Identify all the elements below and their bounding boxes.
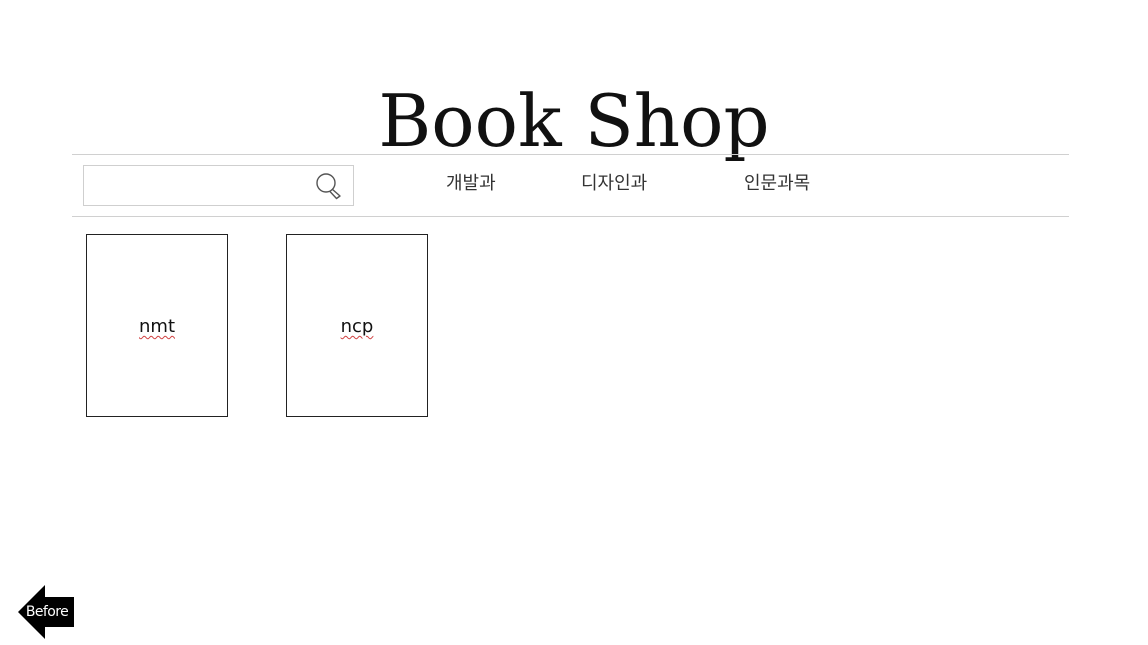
nav-item-humanities[interactable]: 인문과목 bbox=[744, 170, 810, 198]
book-title: ncp bbox=[340, 316, 374, 337]
nav-bottom-divider bbox=[72, 216, 1069, 217]
nav-top-divider bbox=[72, 154, 1069, 155]
search-input[interactable] bbox=[90, 170, 314, 204]
book-card-nmt[interactable]: nmt bbox=[86, 234, 228, 417]
before-label: Before bbox=[25, 604, 69, 620]
nav-item-design[interactable]: 디자인과 bbox=[581, 170, 647, 198]
before-button[interactable]: Before bbox=[18, 585, 74, 639]
search-box[interactable] bbox=[83, 165, 354, 206]
nav-item-development[interactable]: 개발과 bbox=[446, 170, 496, 198]
book-title: nmt bbox=[139, 316, 175, 337]
site-title: Book Shop bbox=[378, 79, 770, 164]
search-icon[interactable] bbox=[315, 172, 345, 200]
book-card-ncp[interactable]: ncp bbox=[286, 234, 428, 417]
